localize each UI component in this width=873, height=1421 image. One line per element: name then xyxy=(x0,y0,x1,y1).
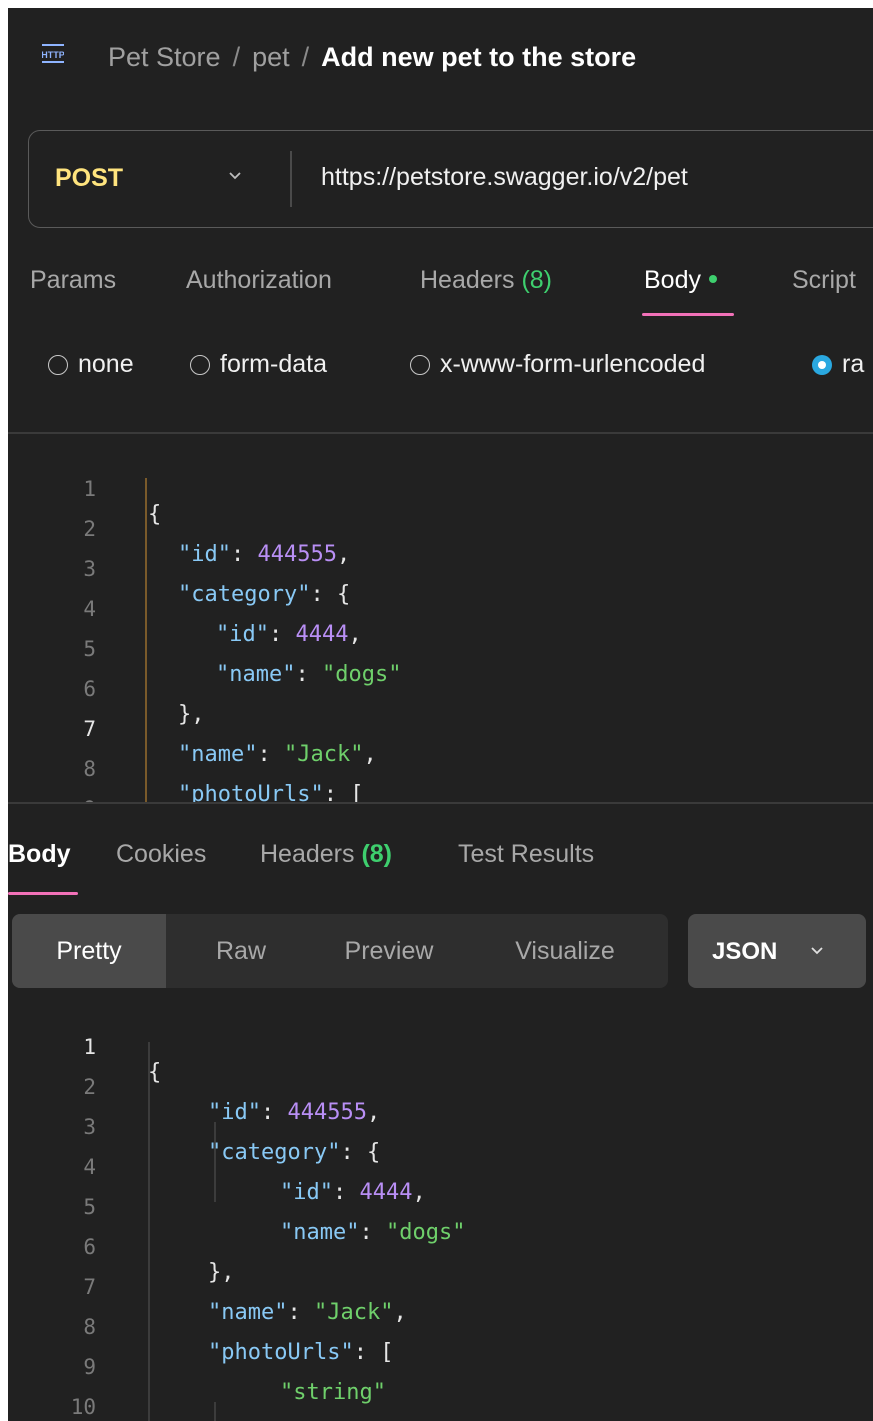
view-mode-raw[interactable]: Raw xyxy=(166,914,316,988)
tab-headers-label: Headers xyxy=(420,266,515,294)
radio-none-label: none xyxy=(78,350,134,378)
code-line: 3 "category": { xyxy=(8,1090,873,1165)
breadcrumb: Pet Store / pet / Add new pet to the sto… xyxy=(108,42,636,73)
code-line: 2 "id": 444555, xyxy=(8,492,873,567)
breadcrumb-folder[interactable]: pet xyxy=(252,42,290,73)
url-bar: POST https://petstore.swagger.io/v2/pet xyxy=(28,130,873,228)
tab-body[interactable]: Body xyxy=(644,266,717,295)
radio-raw[interactable]: ra xyxy=(812,350,864,379)
code-line: 9 "string" xyxy=(8,772,873,802)
tab-authorization[interactable]: Authorization xyxy=(186,266,332,295)
breadcrumb-separator: / xyxy=(232,42,241,72)
breadcrumb-separator: / xyxy=(301,42,310,72)
code-line: 5 "name": "dogs" xyxy=(8,612,873,687)
view-mode-preview[interactable]: Preview xyxy=(316,914,462,988)
code-line: 6 }, xyxy=(8,652,873,727)
response-body-viewer[interactable]: 1 { 2 "id": 444555, 3 "category": { 4 "i… xyxy=(8,1006,873,1421)
radio-form-data[interactable]: form-data xyxy=(190,350,327,379)
view-mode-visualize[interactable]: Visualize xyxy=(462,914,668,988)
breadcrumb-request-title[interactable]: Add new pet to the store xyxy=(321,42,636,73)
chevron-down-icon xyxy=(811,947,823,955)
response-tab-body[interactable]: Body xyxy=(8,840,71,869)
radio-urlencoded-label: x-www-form-urlencoded xyxy=(440,350,706,378)
code-line: 8 "photoUrls": [ xyxy=(8,732,873,802)
svg-text:HTTP: HTTP xyxy=(42,50,64,60)
radio-circle xyxy=(48,354,68,375)
code-line: 7 "name": "Jack", xyxy=(8,692,873,767)
chevron-down-icon[interactable] xyxy=(225,165,245,185)
code-line: 7 "name": "Jack", xyxy=(8,1250,873,1325)
code-line: 10 ], xyxy=(8,1370,873,1421)
format-dropdown[interactable]: JSON xyxy=(688,914,866,988)
code-line: 4 "id": 4444, xyxy=(8,1130,873,1205)
tab-params[interactable]: Params xyxy=(30,266,116,295)
method-selector[interactable]: POST xyxy=(55,164,123,193)
tab-body-label: Body xyxy=(644,266,701,294)
url-divider xyxy=(290,151,292,207)
line-number: 10 xyxy=(70,1395,96,1419)
response-divider[interactable] xyxy=(8,802,873,804)
radio-circle-checked xyxy=(812,354,832,375)
request-tabs: Params Authorization Headers (8) Body Sc… xyxy=(30,266,873,326)
view-mode-selector: Pretty Raw Preview Visualize xyxy=(12,914,668,988)
code-line: 6 }, xyxy=(8,1210,873,1285)
radio-circle xyxy=(190,354,210,375)
code-line: 1 { xyxy=(8,452,873,527)
radio-form-data-label: form-data xyxy=(220,350,327,378)
radio-circle xyxy=(410,354,430,375)
response-active-tab-underline xyxy=(8,892,78,895)
app-window: HTTP Pet Store / pet / Add new pet to th… xyxy=(8,8,873,1421)
response-tab-headers[interactable]: Headers (8) xyxy=(260,840,392,869)
breadcrumb-collection[interactable]: Pet Store xyxy=(108,42,221,73)
response-tab-cookies[interactable]: Cookies xyxy=(116,840,206,869)
radio-none[interactable]: none xyxy=(48,350,134,379)
tab-headers[interactable]: Headers (8) xyxy=(420,266,552,295)
radio-raw-label: ra xyxy=(842,350,865,378)
request-body-editor[interactable]: 1 { 2 "id": 444555, 3 "category": { 4 "i… xyxy=(8,438,873,802)
http-icon: HTTP xyxy=(42,44,64,63)
code-line: 5 "name": "dogs" xyxy=(8,1170,873,1245)
response-headers-count-badge: (8) xyxy=(361,840,393,868)
body-indicator-dot xyxy=(708,275,717,284)
code-line: 3 "category": { xyxy=(8,532,873,607)
request-header: HTTP Pet Store / pet / Add new pet to th… xyxy=(8,8,873,108)
view-mode-pretty[interactable]: Pretty xyxy=(12,914,166,988)
code-line: 9 "string" xyxy=(8,1330,873,1405)
divider xyxy=(8,432,873,434)
url-input[interactable]: https://petstore.swagger.io/v2/pet xyxy=(321,163,688,192)
tab-scripts[interactable]: Script xyxy=(792,266,856,295)
response-tab-headers-label: Headers xyxy=(260,840,355,868)
code-line: 1 { xyxy=(8,1010,873,1085)
code-line: 2 "id": 444555, xyxy=(8,1050,873,1125)
headers-count-badge: (8) xyxy=(521,266,553,294)
response-tab-test-results[interactable]: Test Results xyxy=(458,840,594,869)
radio-urlencoded[interactable]: x-www-form-urlencoded xyxy=(410,350,705,379)
code-line: 4 "id": 4444, xyxy=(8,572,873,647)
format-label: JSON xyxy=(712,938,778,965)
code-line: 8 "photoUrls": [ xyxy=(8,1290,873,1365)
active-tab-underline xyxy=(642,313,734,316)
